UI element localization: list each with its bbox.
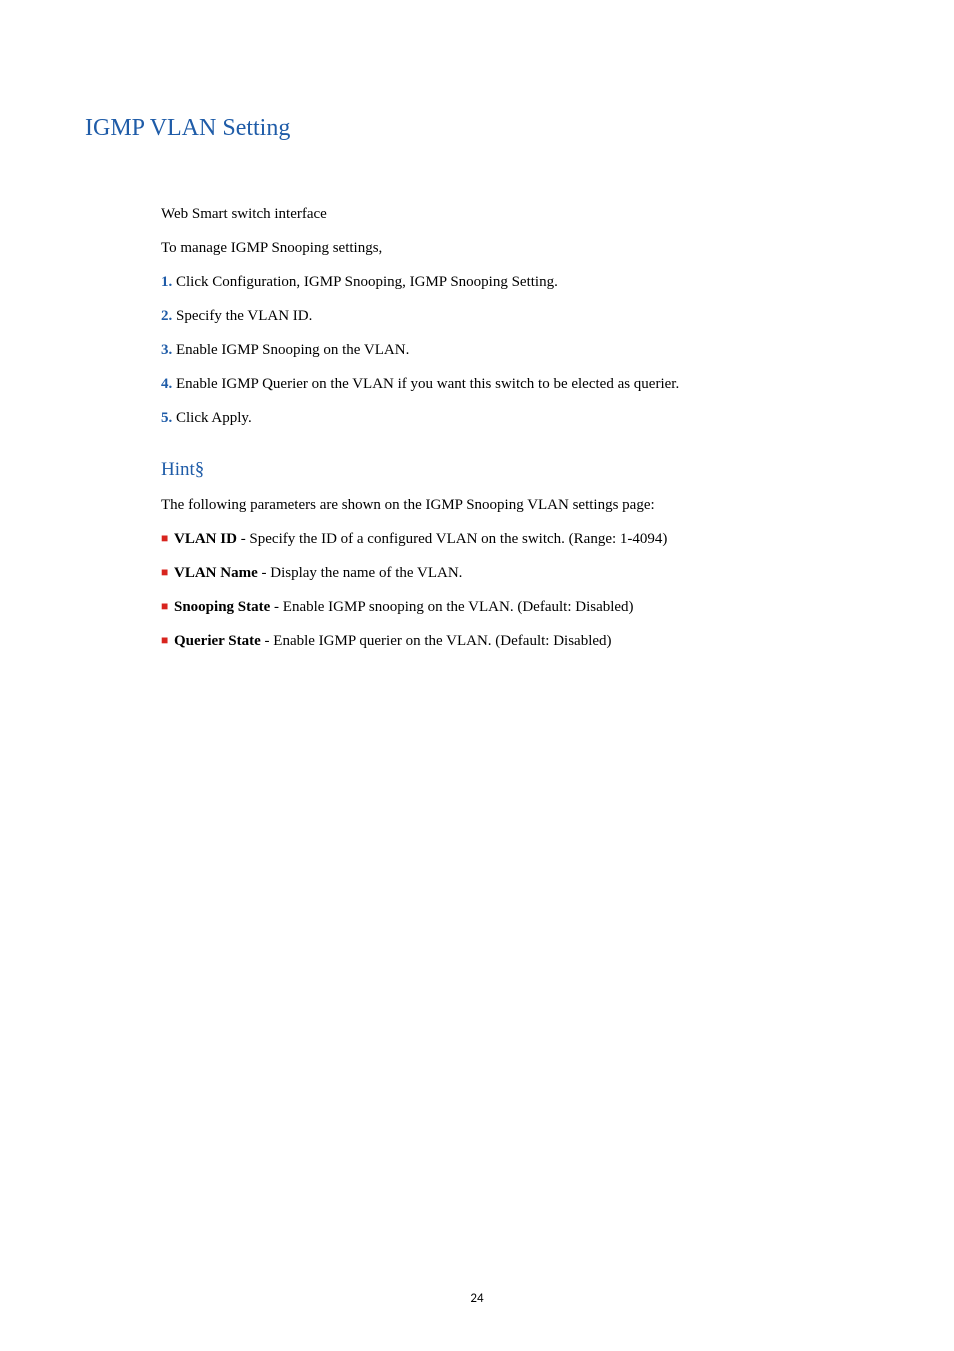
- step-1: 1. Click Configuration, IGMP Snooping, I…: [161, 272, 869, 293]
- step-number: 2.: [161, 308, 172, 324]
- bullet-item-4: ■ Querier State - Enable IGMP querier on…: [161, 631, 869, 652]
- document-content: IGMP VLAN Setting Web Smart switch inter…: [0, 0, 954, 652]
- bullet-item-2: ■ VLAN Name - Display the name of the VL…: [161, 563, 869, 584]
- bullet-term: Querier State: [174, 633, 261, 649]
- step-number: 3.: [161, 342, 172, 358]
- square-bullet-icon: ■: [161, 633, 168, 647]
- step-text: Specify the VLAN ID.: [172, 308, 312, 324]
- body-section: Web Smart switch interface To manage IGM…: [85, 204, 869, 652]
- step-number: 1.: [161, 274, 172, 290]
- intro-line-1: Web Smart switch interface: [161, 204, 869, 225]
- step-2: 2. Specify the VLAN ID.: [161, 306, 869, 327]
- step-3: 3. Enable IGMP Snooping on the VLAN.: [161, 340, 869, 361]
- step-text: Click Apply.: [172, 410, 251, 426]
- main-heading: IGMP VLAN Setting: [85, 115, 869, 142]
- bullet-term: Snooping State: [174, 599, 270, 615]
- step-number: 5.: [161, 410, 172, 426]
- page-number: 24: [0, 1291, 954, 1306]
- bullet-item-1: ■ VLAN ID - Specify the ID of a configur…: [161, 529, 869, 550]
- step-text: Enable IGMP Snooping on the VLAN.: [172, 342, 409, 358]
- step-number: 4.: [161, 376, 172, 392]
- bullet-term: VLAN ID: [174, 531, 237, 547]
- square-bullet-icon: ■: [161, 531, 168, 545]
- square-bullet-icon: ■: [161, 599, 168, 613]
- bullet-item-3: ■ Snooping State - Enable IGMP snooping …: [161, 597, 869, 618]
- square-bullet-icon: ■: [161, 565, 168, 579]
- step-text: Click Configuration, IGMP Snooping, IGMP…: [172, 274, 558, 290]
- intro-line-2: To manage IGMP Snooping settings,: [161, 238, 869, 259]
- step-text: Enable IGMP Querier on the VLAN if you w…: [172, 376, 679, 392]
- bullet-desc: - Enable IGMP snooping on the VLAN. (Def…: [270, 599, 633, 615]
- bullet-desc: - Specify the ID of a configured VLAN on…: [237, 531, 667, 547]
- step-5: 5. Click Apply.: [161, 408, 869, 429]
- hint-heading: Hint§: [161, 457, 869, 484]
- bullet-desc: - Display the name of the VLAN.: [258, 565, 463, 581]
- bullet-desc: - Enable IGMP querier on the VLAN. (Defa…: [261, 633, 612, 649]
- step-4: 4. Enable IGMP Querier on the VLAN if yo…: [161, 374, 869, 395]
- bullet-term: VLAN Name: [174, 565, 258, 581]
- hint-intro: The following parameters are shown on th…: [161, 495, 869, 516]
